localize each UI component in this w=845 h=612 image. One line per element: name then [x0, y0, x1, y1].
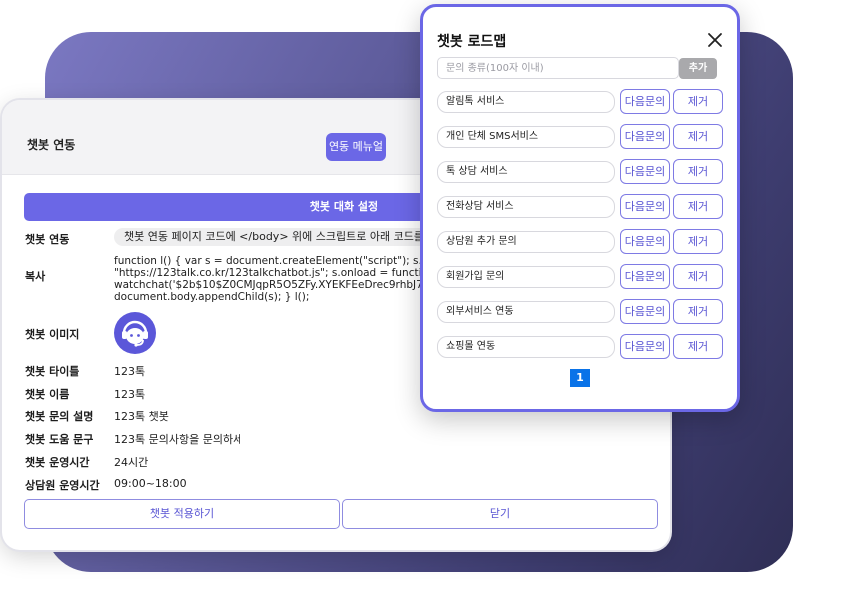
list-item[interactable]: 쇼핑몰 연동: [437, 336, 615, 358]
copy-label: 복사: [25, 270, 46, 283]
list-item[interactable]: 톡 상담 서비스: [437, 161, 615, 183]
integration-guide: 챗봇 연동 페이지 코드에 </body> 위에 스크립트로 아래 코드를 삽입: [114, 228, 458, 246]
list-item[interactable]: 외부서비스 연동: [437, 301, 615, 323]
description-value: 123톡 챗봇: [114, 410, 169, 423]
list-item[interactable]: 개인 단체 SMS서비스: [437, 126, 615, 148]
manual-button[interactable]: 연동 메뉴얼: [326, 133, 386, 161]
list-item[interactable]: 회원가입 문의: [437, 266, 615, 288]
next-inquiry-button[interactable]: 다음문의: [620, 334, 670, 359]
name-value: 123톡: [114, 388, 146, 401]
description-label: 챗봇 문의 설명: [25, 410, 94, 423]
close-icon[interactable]: [706, 31, 724, 49]
hours-label: 챗봇 운영시간: [25, 456, 90, 469]
code-line: document.body.appendChild(s); } l();: [114, 291, 310, 303]
integration-label: 챗봇 연동: [25, 233, 70, 246]
next-inquiry-button[interactable]: 다음문의: [620, 229, 670, 254]
next-inquiry-button[interactable]: 다음문의: [620, 159, 670, 184]
title-label: 챗봇 타이틀: [25, 365, 80, 378]
panel-title: 챗봇 연동: [27, 138, 76, 152]
next-inquiry-button[interactable]: 다음문의: [620, 124, 670, 149]
roadmap-title: 챗봇 로드맵: [437, 34, 507, 50]
apply-chatbot-button[interactable]: 챗봇 적용하기: [24, 499, 340, 529]
page-button-current[interactable]: 1: [570, 369, 590, 387]
agent-hours-value: 09:00~18:00: [114, 477, 187, 490]
embed-code[interactable]: function l() { var s = document.createEl…: [114, 255, 424, 307]
close-button[interactable]: 닫기: [342, 499, 658, 529]
inquiry-type-input[interactable]: [437, 57, 679, 79]
hours-value: 24시간: [114, 456, 149, 469]
remove-button[interactable]: 제거: [673, 299, 723, 324]
chatbot-avatar-icon[interactable]: [114, 312, 156, 354]
list-item[interactable]: 전화상담 서비스: [437, 196, 615, 218]
title-value: 123톡: [114, 365, 146, 378]
next-inquiry-button[interactable]: 다음문의: [620, 264, 670, 289]
add-button[interactable]: 추가: [679, 58, 717, 79]
code-line: watchchat('$2b$10$Z0CMJqpR5O5ZFy.XYEKFEe…: [114, 279, 424, 291]
next-inquiry-button[interactable]: 다음문의: [620, 194, 670, 219]
remove-button[interactable]: 제거: [673, 194, 723, 219]
next-inquiry-button[interactable]: 다음문의: [620, 299, 670, 324]
image-label: 챗봇 이미지: [25, 328, 80, 341]
chatbot-roadmap-dialog: 챗봇 로드맵 추가 알림톡 서비스 다음문의 제거 개인 단체 SMS서비스 다…: [420, 4, 740, 412]
remove-button[interactable]: 제거: [673, 159, 723, 184]
next-inquiry-button[interactable]: 다음문의: [620, 89, 670, 114]
agent-hours-label: 상담원 운영시간: [25, 479, 100, 492]
code-line: function l() { var s = document.createEl…: [114, 255, 424, 267]
remove-button[interactable]: 제거: [673, 334, 723, 359]
help-value: 123톡 문의사항을 문의하세요: [114, 433, 240, 446]
name-label: 챗봇 이름: [25, 388, 70, 401]
remove-button[interactable]: 제거: [673, 229, 723, 254]
remove-button[interactable]: 제거: [673, 124, 723, 149]
code-line: "https://123talk.co.kr/123talkchatbot.js…: [114, 267, 424, 279]
remove-button[interactable]: 제거: [673, 264, 723, 289]
help-label: 챗봇 도움 문구: [25, 433, 94, 446]
list-item[interactable]: 상담원 추가 문의: [437, 231, 615, 253]
list-item[interactable]: 알림톡 서비스: [437, 91, 615, 113]
remove-button[interactable]: 제거: [673, 89, 723, 114]
